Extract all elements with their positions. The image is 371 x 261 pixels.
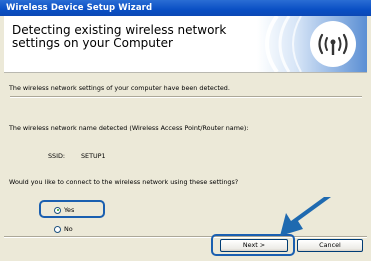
ssid-value: SETUP1 xyxy=(81,152,106,160)
radio-no-label: No xyxy=(64,225,73,233)
radio-yes-label: Yes xyxy=(64,206,75,214)
setup-wizard-window: Wireless Device Setup Wizard Detecting e… xyxy=(0,0,371,261)
header-title: Detecting existing wireless network sett… xyxy=(12,24,252,50)
window-title: Wireless Device Setup Wizard xyxy=(0,0,371,16)
radio-yes[interactable]: Yes xyxy=(54,206,74,214)
wifi-antenna-icon xyxy=(257,16,367,72)
radio-no[interactable]: No xyxy=(54,225,73,233)
radio-yes-indicator[interactable] xyxy=(54,206,61,214)
pointer-arrow-icon xyxy=(280,197,331,236)
radio-no-indicator[interactable] xyxy=(54,225,61,233)
separator xyxy=(10,96,362,98)
ssid-label: SSID: xyxy=(48,152,66,160)
header-title-line2: settings on your Computer xyxy=(12,36,173,50)
wizard-header: Detecting existing wireless network sett… xyxy=(4,16,367,73)
detected-text: The wireless network settings of your co… xyxy=(9,84,230,92)
connect-question: Would you like to connect to the wireles… xyxy=(9,178,239,186)
network-name-label: The wireless network name detected (Wire… xyxy=(9,124,249,132)
